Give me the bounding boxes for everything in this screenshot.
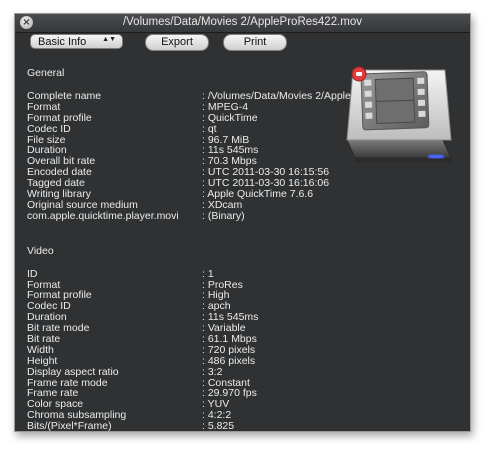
- info-label: com.apple.quicktime.player.movi: [27, 209, 179, 222]
- info-value: : (Binary): [202, 209, 245, 222]
- info-label: ID: [27, 267, 38, 280]
- section-title-video: Video: [27, 244, 54, 257]
- film-drive-icon: [346, 66, 452, 162]
- info-row: com.apple.quicktime.player.movi : (Binary…: [27, 209, 447, 222]
- info-row: Bits/(Pixel*Frame) : 5.825: [27, 420, 447, 432]
- info-row: ID : 1: [27, 267, 447, 280]
- video-rows: ID: 1 Format: ProRes Format profile: Hig…: [27, 267, 447, 432]
- info-value: : qt: [202, 122, 217, 135]
- view-select[interactable]: Basic Info ▲▼: [30, 34, 123, 49]
- export-button[interactable]: Export: [145, 34, 209, 51]
- window-title: /Volumes/Data/Movies 2/AppleProRes422.mo…: [122, 16, 363, 28]
- print-button[interactable]: Print: [223, 34, 287, 51]
- info-row: Format profile: High: [27, 290, 447, 301]
- info-value: : 3:2: [202, 365, 223, 378]
- info-label: Display aspect ratio: [27, 365, 119, 378]
- info-label: Codec ID: [27, 122, 71, 135]
- info-row: Display aspect ratio : 3:2: [27, 365, 447, 378]
- info-label: Bits/(Pixel*Frame): [27, 420, 112, 432]
- info-value: : 5.825: [202, 420, 235, 432]
- info-value: : 1: [202, 267, 214, 280]
- title-bar[interactable]: × /Volumes/Data/Movies 2/AppleProRes422.…: [15, 14, 470, 33]
- toolbar: Basic Info ▲▼ Export Print: [15, 34, 470, 54]
- view-select-label: Basic Info: [38, 36, 87, 48]
- info-row: Frame rate: 29.970 fps: [27, 388, 447, 399]
- select-arrows-icon: ▲▼: [102, 36, 116, 43]
